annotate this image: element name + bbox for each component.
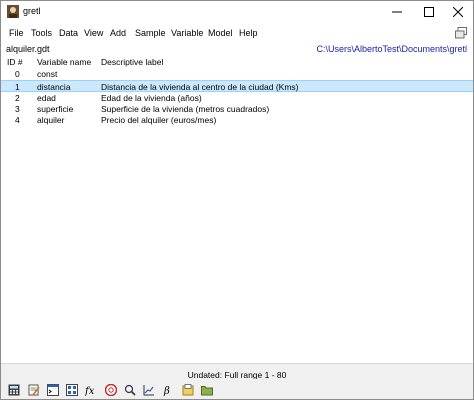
- beta-model-icon: β: [163, 386, 170, 396]
- svg-text:β: β: [163, 386, 170, 396]
- plot-icon: [143, 384, 154, 395]
- row-label: Distancia de la vivienda al centro de la…: [101, 82, 299, 92]
- table-row[interactable]: 2 edad Edad de la vivienda (años): [1, 92, 473, 103]
- gretl-main-window: gretl File Tools Data View Add Sample Va…: [0, 0, 474, 400]
- row-variable-name: edad: [37, 93, 56, 103]
- calculator-button[interactable]: [7, 383, 20, 396]
- menu-bar: File Tools Data View Add Sample Variable…: [1, 22, 473, 43]
- row-label: Superficie de la vivienda (metros cuadra…: [101, 104, 270, 114]
- plot-button[interactable]: [142, 383, 155, 396]
- status-bar: Undated: Full range 1 - 80: [1, 363, 473, 380]
- menu-view[interactable]: View: [84, 28, 103, 38]
- window-title: gretl: [23, 6, 41, 16]
- open-dataset-button[interactable]: [181, 383, 194, 396]
- row-id: 3: [15, 104, 20, 114]
- variable-list[interactable]: ID # Variable name Descriptive label 0 c…: [1, 55, 473, 363]
- row-label: Edad de la vivienda (años): [101, 93, 202, 103]
- table-row[interactable]: 4 alquiler Precio del alquiler (euros/me…: [1, 114, 473, 125]
- menu-file[interactable]: File: [9, 28, 24, 38]
- help-button[interactable]: [104, 383, 117, 396]
- maximize-icon: [424, 6, 434, 17]
- minimize-icon: [392, 11, 402, 12]
- close-icon: [453, 6, 463, 17]
- svg-text:fx: fx: [85, 386, 95, 396]
- script-editor-button[interactable]: [27, 383, 40, 396]
- terminal-icon: [46, 383, 59, 396]
- list-header: ID # Variable name Descriptive label: [1, 56, 473, 67]
- function-packages-button[interactable]: fx: [85, 383, 98, 396]
- minimize-button[interactable]: [382, 1, 412, 22]
- close-button[interactable]: [443, 1, 473, 22]
- menu-variable[interactable]: Variable: [171, 28, 203, 38]
- row-id: 0: [15, 69, 20, 79]
- ols-model-button[interactable]: β: [161, 383, 174, 396]
- row-variable-name: distancia: [37, 82, 71, 92]
- menu-add[interactable]: Add: [110, 28, 126, 38]
- info-bar: alquiler.gdt C:\Users\AlbertoTest\Docume…: [1, 43, 473, 55]
- column-header-label[interactable]: Descriptive label: [101, 57, 163, 67]
- column-header-name[interactable]: Variable name: [37, 57, 91, 67]
- row-variable-name: alquiler: [37, 115, 65, 125]
- menu-data[interactable]: Data: [59, 28, 78, 38]
- dataset-filename: alquiler.gdt: [6, 44, 50, 54]
- menu-tools[interactable]: Tools: [31, 28, 52, 38]
- bottom-toolbar: fx β: [1, 379, 473, 399]
- row-variable-name: const: [37, 69, 58, 79]
- table-row[interactable]: 3 superficie Superficie de la vivienda (…: [1, 103, 473, 114]
- row-variable-name: superficie: [37, 104, 74, 114]
- function-fx-icon: fx: [85, 386, 95, 396]
- column-header-id[interactable]: ID #: [7, 57, 29, 67]
- row-label: Precio del alquiler (euros/mes): [101, 115, 217, 125]
- calculator-icon: [8, 384, 19, 395]
- open-dataset-icon: [182, 383, 193, 395]
- open-folder-icon: [200, 385, 213, 395]
- help-icon: [104, 383, 117, 396]
- gretl-app-icon: [7, 5, 19, 18]
- row-id: 4: [15, 115, 20, 125]
- edit-script-icon: [28, 384, 40, 395]
- menu-sample[interactable]: Sample: [135, 28, 166, 38]
- working-directory[interactable]: C:\Users\AlbertoTest\Documents\gretl: [316, 44, 467, 54]
- table-row[interactable]: 0 const: [1, 68, 473, 79]
- table-row-selected[interactable]: 1 distancia Distancia de la vivienda al …: [1, 80, 473, 92]
- menu-help[interactable]: Help: [239, 28, 258, 38]
- open-folder-button[interactable]: [200, 383, 213, 396]
- console-button[interactable]: [46, 383, 59, 396]
- search-button[interactable]: [123, 383, 136, 396]
- row-id: 1: [15, 82, 20, 92]
- session-icon: [65, 383, 78, 396]
- title-bar: gretl: [1, 1, 473, 22]
- search-icon: [124, 384, 136, 396]
- maximize-button[interactable]: [414, 1, 444, 22]
- menu-model[interactable]: Model: [208, 28, 233, 38]
- row-id: 2: [15, 93, 20, 103]
- session-button[interactable]: [65, 383, 78, 396]
- windows-list-icon[interactable]: [455, 27, 467, 39]
